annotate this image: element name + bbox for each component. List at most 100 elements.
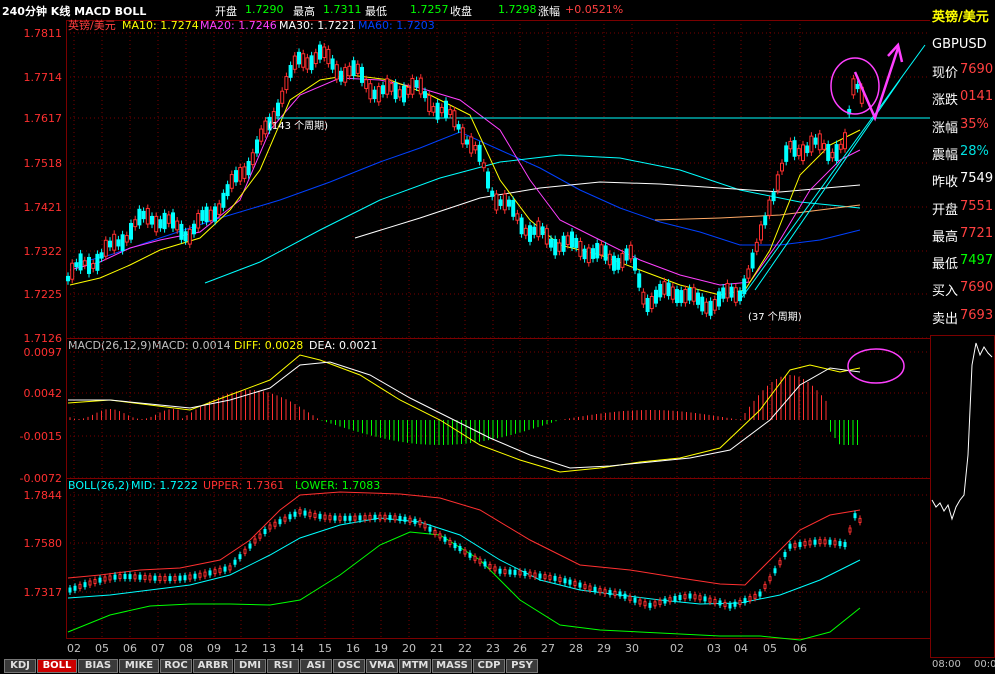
candle-body xyxy=(347,65,352,77)
boll-candle-body xyxy=(258,533,262,539)
tab-osc[interactable]: OSC xyxy=(333,659,365,673)
tab-vma[interactable]: VMA xyxy=(366,659,398,673)
sidebar-label: 最高 xyxy=(932,229,959,245)
boll-candle-body xyxy=(368,514,372,520)
candle-body xyxy=(389,83,394,92)
candle-body xyxy=(103,239,108,257)
tab-mass[interactable]: MASS xyxy=(432,659,472,673)
kline-symbol-label: 英镑/美元 xyxy=(68,18,116,32)
tab-rsi[interactable]: RSI xyxy=(267,659,299,673)
candle-body xyxy=(553,239,558,256)
candle-body xyxy=(813,137,818,145)
boll-candle-body xyxy=(718,600,722,606)
candle-body xyxy=(759,224,763,241)
candle-body xyxy=(355,63,360,74)
tab-roc[interactable]: ROC xyxy=(160,659,192,673)
boll-candle-body xyxy=(293,511,297,517)
boll-candle-body xyxy=(143,575,147,581)
sidebar-value: 0141 xyxy=(960,89,994,105)
boll-candle-body xyxy=(158,575,162,581)
candle-body xyxy=(456,124,461,130)
candle-body xyxy=(738,290,742,302)
boll-candle-body xyxy=(443,536,447,542)
boll-candle-body xyxy=(168,576,172,582)
boll-candle-body xyxy=(623,593,627,599)
x-tick-label: 12 xyxy=(234,642,248,655)
boll-candle-body xyxy=(378,514,382,520)
candle-body xyxy=(675,289,679,303)
candle-body xyxy=(116,239,121,247)
candle-body xyxy=(683,289,688,304)
tab-mike[interactable]: MIKE xyxy=(119,659,159,673)
boll-candle-body xyxy=(713,599,717,605)
candle-body xyxy=(154,215,159,233)
macd-value: MACD: 0.0014 xyxy=(152,339,231,352)
candle-body xyxy=(654,289,658,304)
tab-psy[interactable]: PSY xyxy=(506,659,538,673)
candle-body xyxy=(851,78,856,96)
ma-orange-line xyxy=(654,204,861,221)
candle-body xyxy=(385,78,390,95)
candle-body xyxy=(599,244,604,256)
candle-body xyxy=(145,207,150,225)
boll-candle-body xyxy=(438,533,442,539)
boll-candle-body xyxy=(828,539,832,545)
tab-asi[interactable]: ASI xyxy=(300,659,332,673)
candle-body xyxy=(439,106,444,114)
ma60-legend: MA60: 1.7203 xyxy=(358,19,435,32)
tab-arbr[interactable]: ARBR xyxy=(193,659,233,673)
candle-body xyxy=(792,140,797,157)
boll-candle-body xyxy=(758,591,762,597)
tab-mtm[interactable]: MTM xyxy=(399,659,431,673)
boll-candle-body xyxy=(228,565,232,571)
sidebar-value: 7693 xyxy=(960,307,994,323)
candle-body xyxy=(263,120,268,135)
candle-body xyxy=(444,100,448,118)
candle-body xyxy=(255,139,259,154)
candle-body xyxy=(150,215,154,225)
boll-candle-body xyxy=(823,539,827,545)
chart-area[interactable]: 英镑/美元 MA10: 1.7274 MA20: 1.7246 MA30: 1.… xyxy=(0,0,930,658)
candle-body xyxy=(183,231,188,242)
boll-candle-body xyxy=(603,589,607,595)
boll-candle-body xyxy=(768,576,772,582)
candle-body xyxy=(490,190,495,197)
candle-body xyxy=(784,145,789,162)
sidebar-label: 震幅 xyxy=(932,147,959,163)
boll-candle-body xyxy=(343,515,347,521)
ma-white-line xyxy=(354,181,861,239)
boll-candle-body xyxy=(298,509,302,515)
boll-candle-body xyxy=(318,513,322,519)
boll-candle-body xyxy=(743,598,747,604)
candle-body xyxy=(95,253,100,271)
candle-body xyxy=(801,144,805,162)
kline-tick-label: 1.7518 xyxy=(24,157,63,170)
ma20-line xyxy=(69,77,861,286)
boll-candle-body xyxy=(753,593,757,599)
tab-bias[interactable]: BIAS xyxy=(78,659,118,673)
sidebar-title: 英镑/美元 xyxy=(932,10,989,25)
tab-cdp[interactable]: CDP xyxy=(473,659,505,673)
candle-body xyxy=(574,237,579,249)
candle-body xyxy=(473,144,478,151)
candle-body xyxy=(162,212,167,230)
candle-body xyxy=(717,291,721,307)
kline-tick-label: 1.7714 xyxy=(24,71,63,84)
tab-boll[interactable]: BOLL xyxy=(37,659,77,673)
candle-body xyxy=(313,52,318,65)
tab-kdj[interactable]: KDJ xyxy=(4,659,36,673)
candle-body xyxy=(595,242,600,259)
boll-candle-body xyxy=(563,578,567,584)
candle-body xyxy=(326,48,331,65)
candle-body xyxy=(704,301,709,314)
boll-candle-body xyxy=(708,597,712,603)
macd-label: MACD(26,12,9) xyxy=(68,339,152,352)
boll-candle-body xyxy=(833,540,837,546)
boll-candle-body xyxy=(313,512,317,518)
candle-body xyxy=(175,220,180,231)
tab-dmi[interactable]: DMI xyxy=(234,659,266,673)
boll-candle-body xyxy=(338,515,342,521)
boll-candle-body xyxy=(363,515,367,521)
boll-candle-body xyxy=(393,515,397,521)
candle-body xyxy=(729,286,734,298)
